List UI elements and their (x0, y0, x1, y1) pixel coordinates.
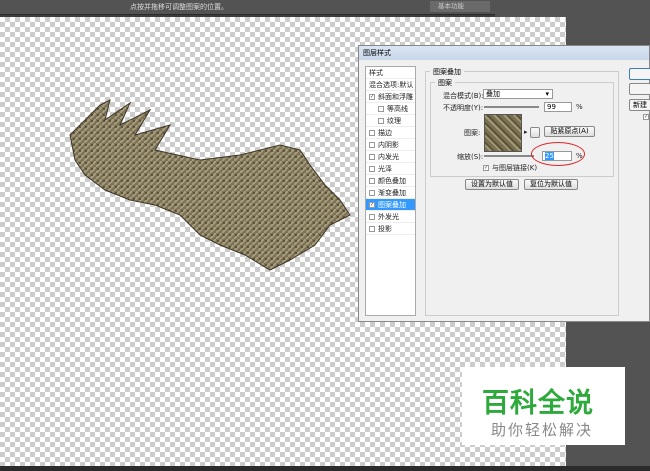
checkbox-icon[interactable] (369, 166, 375, 172)
style-item-label: 等高线 (387, 105, 408, 113)
checkbox-icon[interactable] (378, 106, 384, 112)
style-item[interactable]: 内发光 (366, 151, 415, 163)
checkbox-icon: ✓ (483, 165, 489, 171)
eagle-image (69, 99, 351, 271)
checkbox-icon[interactable] (369, 214, 375, 220)
workspace-dropdown[interactable]: 基本功能 (430, 1, 490, 12)
style-item[interactable]: 颜色叠加 (366, 175, 415, 187)
style-item[interactable]: 投影 (366, 223, 415, 235)
dropdown-arrow-icon: ▾ (545, 90, 549, 98)
opacity-slider[interactable] (484, 106, 539, 108)
make-default-button[interactable]: 设置为默认值 (465, 179, 519, 190)
watermark: 百科全说 助你轻松解决 (462, 367, 625, 445)
link-with-layer-checkbox[interactable]: ✓ 与图层链接(K) (483, 163, 537, 173)
pattern-swatch[interactable] (484, 114, 522, 152)
style-item-label: 纹理 (387, 117, 401, 125)
checkbox-icon[interactable]: ✓ (369, 202, 375, 208)
link-label: 与图层链接(K) (492, 164, 538, 172)
style-item-label: 投影 (378, 225, 392, 233)
checkbox-icon[interactable] (378, 118, 384, 124)
style-item-label: 斜面和浮雕 (378, 93, 413, 101)
style-item[interactable]: 等高线 (366, 103, 415, 115)
preview-checkbox[interactable]: ✓ (643, 114, 649, 120)
style-item-label: 内发光 (378, 153, 399, 161)
opacity-input[interactable]: 99 (544, 102, 572, 112)
blend-mode-select[interactable]: 叠加 ▾ (483, 89, 553, 99)
section-title: 图案叠加 (430, 67, 464, 77)
style-item-label: 外发光 (378, 213, 399, 221)
status-bar (0, 466, 650, 471)
style-item-label: 描边 (378, 129, 392, 137)
checkbox-icon[interactable] (369, 178, 375, 184)
style-item-label: 图案叠加 (378, 201, 406, 209)
ok-button[interactable] (629, 68, 650, 80)
style-item[interactable]: 光泽 (366, 163, 415, 175)
reset-default-button[interactable]: 复位为默认值 (524, 179, 578, 190)
style-item-label: 光泽 (378, 165, 392, 173)
style-item-label: 颜色叠加 (378, 177, 406, 185)
checkbox-icon[interactable] (369, 130, 375, 136)
style-item[interactable]: 描边 (366, 127, 415, 139)
snap-origin-button[interactable]: 贴紧原点(A) (544, 126, 595, 137)
watermark-subtitle: 助你轻松解决 (491, 421, 594, 439)
highlight-circle (531, 142, 585, 166)
opacity-label: 不透明度(Y): (443, 104, 484, 112)
group-title: 图案 (435, 78, 455, 88)
pattern-picker-arrow-icon[interactable]: ▸ (524, 128, 528, 136)
style-item[interactable]: ✓ 图案叠加 (366, 199, 415, 211)
blend-mode-value: 叠加 (486, 90, 500, 98)
checkbox-icon[interactable] (369, 190, 375, 196)
new-preset-button[interactable] (530, 127, 540, 138)
new-style-button[interactable]: 新建 (629, 99, 650, 111)
tool-hint: 点按并拖移可调整图案的位置。 (130, 3, 228, 11)
dialog-title: 图层样式 (359, 46, 649, 60)
pattern-label: 图案: (464, 129, 481, 137)
style-item[interactable]: ✓ 斜面和浮雕 (366, 91, 415, 103)
style-item[interactable]: 外发光 (366, 211, 415, 223)
opacity-percent: % (576, 103, 583, 111)
style-item-label: 渐变叠加 (378, 189, 406, 197)
checkbox-icon[interactable] (369, 154, 375, 160)
checkbox-icon[interactable] (369, 142, 375, 148)
style-item[interactable]: 纹理 (366, 115, 415, 127)
style-item-label: 内阴影 (378, 141, 399, 149)
layer-style-dialog: 图层样式 样式 混合选项:默认 ✓ 斜面和浮雕 等高线 纹理 描边 内阴影 内发光 光泽 颜色叠… (358, 45, 650, 322)
checkbox-icon[interactable] (369, 226, 375, 232)
checkbox-icon[interactable]: ✓ (369, 94, 375, 100)
blend-mode-label: 混合模式(B): (443, 92, 484, 100)
style-item[interactable]: 渐变叠加 (366, 187, 415, 199)
styles-header[interactable]: 样式 (366, 67, 415, 79)
options-bar: 点按并拖移可调整图案的位置。 基本功能 (0, 0, 495, 15)
cancel-button[interactable] (629, 83, 650, 95)
style-list: 样式 混合选项:默认 ✓ 斜面和浮雕 等高线 纹理 描边 内阴影 内发光 光泽 颜色叠加 渐变叠加… (365, 66, 416, 316)
style-item[interactable]: 内阴影 (366, 139, 415, 151)
scale-slider[interactable] (484, 155, 534, 157)
blend-options-item[interactable]: 混合选项:默认 (366, 79, 415, 91)
scale-label: 缩放(S): (457, 153, 484, 161)
watermark-title: 百科全说 (482, 388, 594, 419)
